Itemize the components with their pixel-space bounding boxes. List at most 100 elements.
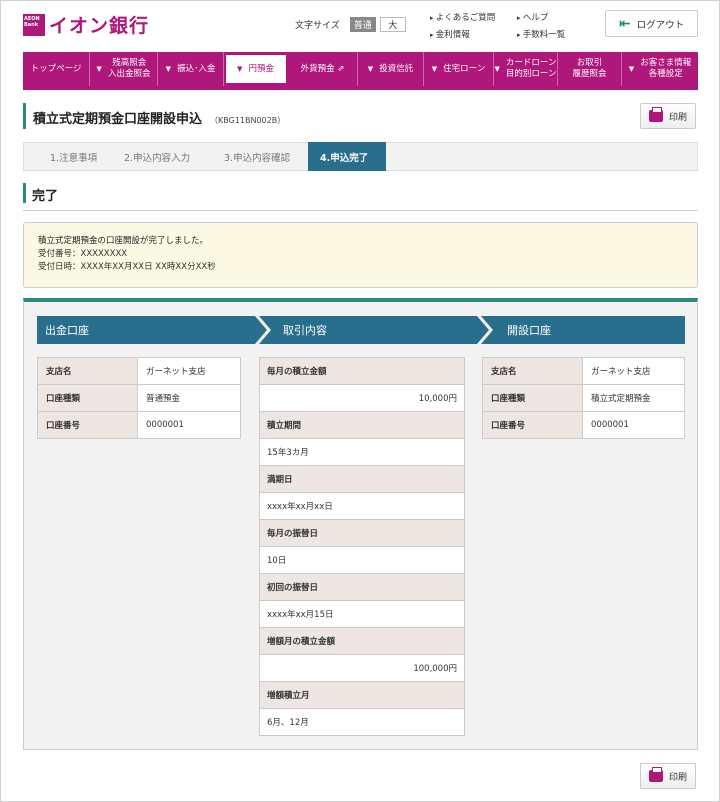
font-size-large-button[interactable]: 大 (379, 17, 406, 32)
row-label: 毎月の積立金額 (260, 358, 464, 385)
row-value: 100,000円 (260, 655, 464, 682)
row-label: 積立期間 (260, 412, 464, 439)
title-accent-bar (23, 103, 26, 129)
logo-text: イオン銀行 (49, 15, 150, 37)
section-divider (23, 210, 698, 211)
opening-heading: 開設口座 (507, 324, 551, 337)
help-link[interactable]: ヘルプ (517, 10, 565, 27)
nav-item-label: 投資信託 (379, 63, 414, 74)
print-button-top[interactable]: 印刷 (640, 103, 696, 129)
nav-item-5[interactable]: ▼ 投資信託 (358, 52, 424, 86)
table-row: 口座種類 積立式定期預金 (483, 385, 684, 412)
notice-message: 積立式定期預金の口座開設が完了しました。 (38, 236, 209, 246)
nav-underline (23, 86, 698, 90)
row-value: xxxx年xx月15日 (260, 601, 464, 628)
faq-link[interactable]: よくあるご質問 (430, 10, 496, 27)
step-1: 1.注意事項 (50, 152, 98, 164)
chevron-down-icon: ▼ (165, 64, 172, 73)
nav-item-label: 振込･入金 (177, 63, 216, 74)
withdrawal-table: 支店名 ガーネット支店 口座種類 普通預金 口座番号 0000001 (37, 357, 241, 439)
nav-item-9[interactable]: ▼ お客さま情報 各種設定 (622, 52, 698, 86)
row-value: 10日 (260, 547, 464, 574)
progress-steps: 1.注意事項 2.申込内容入力 3.申込内容確認 4.申込完了 (23, 142, 698, 171)
chevron-down-icon: ▼ (494, 64, 500, 73)
completion-notice: 積立式定期預金の口座開設が完了しました。 受付番号：XXXXXXXX 受付日時：… (23, 222, 698, 288)
receipt-number: 受付番号：XXXXXXXX (38, 249, 128, 259)
row-value: 15年3カ月 (260, 439, 464, 466)
row-value: 積立式定期預金 (583, 385, 684, 411)
section-accent-bar (23, 183, 26, 203)
logo[interactable]: AEON Bank イオン銀行 (23, 11, 149, 38)
row-label: 口座種類 (38, 385, 138, 411)
chevron-down-icon: ▼ (628, 64, 635, 73)
row-label: 支店名 (38, 358, 138, 384)
nav-item-label: 外貨預金 ⇗ (300, 63, 345, 74)
table-row: 口座番号 0000001 (483, 412, 684, 439)
row-label: 支店名 (483, 358, 583, 384)
chevron-down-icon: ▼ (431, 64, 438, 73)
font-size-switcher: 文字サイズ 普通 大 (295, 17, 410, 32)
interest-rate-link[interactable]: 金利情報 (430, 27, 495, 44)
print-label: 印刷 (668, 772, 687, 783)
result-panel: 出金口座 取引内容 開設口座 支店名 ガーネット支店 口座種類 普通預金 口座番号 000… (23, 298, 698, 750)
row-value: 6月、12月 (260, 709, 464, 736)
screen-code: （KBG11BN002B） (210, 116, 286, 125)
transaction-heading: 取引内容 (283, 324, 327, 337)
printer-icon (648, 767, 663, 782)
row-label: 増額月の積立金額 (260, 628, 464, 655)
row-value: 10,000円 (260, 385, 464, 412)
nav-item-6[interactable]: ▼ 住宅ローン (424, 52, 494, 86)
nav-item-0[interactable]: トップページ (23, 52, 90, 86)
nav-item-label: お取引 履歴照会 (572, 58, 607, 79)
row-value: 0000001 (583, 412, 684, 438)
nav-item-1[interactable]: ▼ 残高照会 入出金照会 (90, 52, 158, 86)
step-4-active: 4.申込完了 (308, 142, 386, 171)
chevron-down-icon: ▼ (96, 64, 102, 73)
table-row: 口座種類 普通預金 (38, 385, 240, 412)
step-3: 3.申込内容確認 (224, 152, 291, 164)
nav-item-8[interactable]: お取引 履歴照会 (558, 52, 622, 86)
global-nav: トップページ ▼ 残高照会 入出金照会 ▼ 振込･入金 ▼ 円預金 外貨預金 ⇗ ▼ 投資信託 ▼ 住… (23, 52, 698, 86)
table-row: 支店名 ガーネット支店 (483, 358, 684, 385)
section-headers-svg (37, 316, 685, 344)
logout-icon: ⇤ (618, 15, 631, 32)
row-value: xxxx年xx月xx日 (260, 493, 464, 520)
nav-item-2[interactable]: ▼ 振込･入金 (158, 52, 224, 86)
row-value: 普通預金 (138, 385, 240, 411)
fee-list-link[interactable]: 手数料一覧 (517, 27, 566, 44)
nav-item-3[interactable]: ▼ 円預金 (226, 55, 286, 83)
header-links-1: よくあるご質問 金利情報 (430, 10, 496, 44)
transaction-table: 毎月の積立金額 10,000円 積立期間 15年3カ月 満期日 xxxx年xx月xx日 毎月… (259, 357, 465, 736)
nav-item-4[interactable]: 外貨預金 ⇗ (288, 52, 358, 86)
font-size-normal-button[interactable]: 普通 (349, 17, 376, 32)
aeon-bank-logo-icon: AEON Bank (23, 13, 45, 36)
font-size-label: 文字サイズ (295, 21, 340, 31)
row-label: 口座番号 (38, 412, 138, 438)
table-row: 支店名 ガーネット支店 (38, 358, 240, 385)
section-title: 完了 (32, 189, 59, 204)
row-label: 口座種類 (483, 385, 583, 411)
print-label: 印刷 (668, 112, 687, 123)
nav-item-label: カードローン 目的別ローン (505, 58, 557, 79)
step-2: 2.申込内容入力 (124, 152, 191, 164)
row-value: ガーネット支店 (138, 358, 240, 384)
nav-item-7[interactable]: ▼ カードローン 目的別ローン (494, 52, 558, 86)
table-row: 口座番号 0000001 (38, 412, 240, 439)
chevron-down-icon: ▼ (367, 64, 374, 73)
nav-item-label: 残高照会 入出金照会 (107, 58, 151, 79)
page-title-text: 積立式定期預金口座開設申込 (33, 112, 203, 127)
page-title: 積立式定期預金口座開設申込 （KBG11BN002B） (33, 108, 285, 127)
header-links-2: ヘルプ 手数料一覧 (517, 10, 566, 44)
withdrawal-heading: 出金口座 (45, 324, 89, 337)
print-button-bottom[interactable]: 印刷 (640, 763, 696, 789)
logout-button[interactable]: ⇤ ログアウト (605, 10, 698, 37)
row-label: 満期日 (260, 466, 464, 493)
chevron-down-icon: ▼ (237, 64, 243, 73)
row-value: ガーネット支店 (583, 358, 684, 384)
printer-icon (648, 107, 663, 122)
row-label: 初回の振替日 (260, 574, 464, 601)
row-label: 増額積立月 (260, 682, 464, 709)
nav-item-label: 円預金 (248, 63, 274, 74)
opening-table: 支店名 ガーネット支店 口座種類 積立式定期預金 口座番号 0000001 (482, 357, 685, 439)
logout-label: ログアウト (636, 19, 685, 31)
